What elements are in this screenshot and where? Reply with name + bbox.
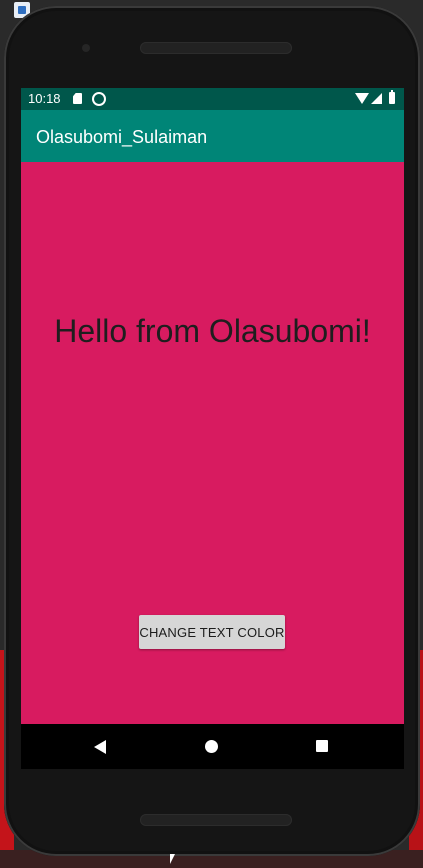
device-screen: 10:18 Olasubomi_Sulaiman Hello from Olas… <box>21 88 404 769</box>
app-title: Olasubomi_Sulaiman <box>36 127 208 147</box>
back-icon[interactable] <box>94 740 106 754</box>
status-time: 10:18 <box>28 91 61 106</box>
status-bar: 10:18 <box>21 88 404 110</box>
front-camera-icon <box>82 44 90 52</box>
hello-message: Hello from Olasubomi! <box>54 313 371 349</box>
bottom-speaker <box>140 814 292 826</box>
navigation-bar <box>21 724 404 769</box>
sync-icon <box>92 92 106 106</box>
main-content: Hello from Olasubomi! CHANGE TEXT COLOR <box>21 162 404 724</box>
battery-icon <box>389 90 395 104</box>
wifi-icon <box>355 93 369 104</box>
recents-icon[interactable] <box>316 740 328 752</box>
mouse-cursor-icon <box>170 854 175 864</box>
signal-icon <box>371 93 382 104</box>
sd-card-icon <box>73 93 82 104</box>
home-icon[interactable] <box>205 740 218 753</box>
top-speaker <box>140 42 292 54</box>
change-text-color-button[interactable]: CHANGE TEXT COLOR <box>139 615 285 649</box>
app-bar: Olasubomi_Sulaiman <box>21 110 404 162</box>
